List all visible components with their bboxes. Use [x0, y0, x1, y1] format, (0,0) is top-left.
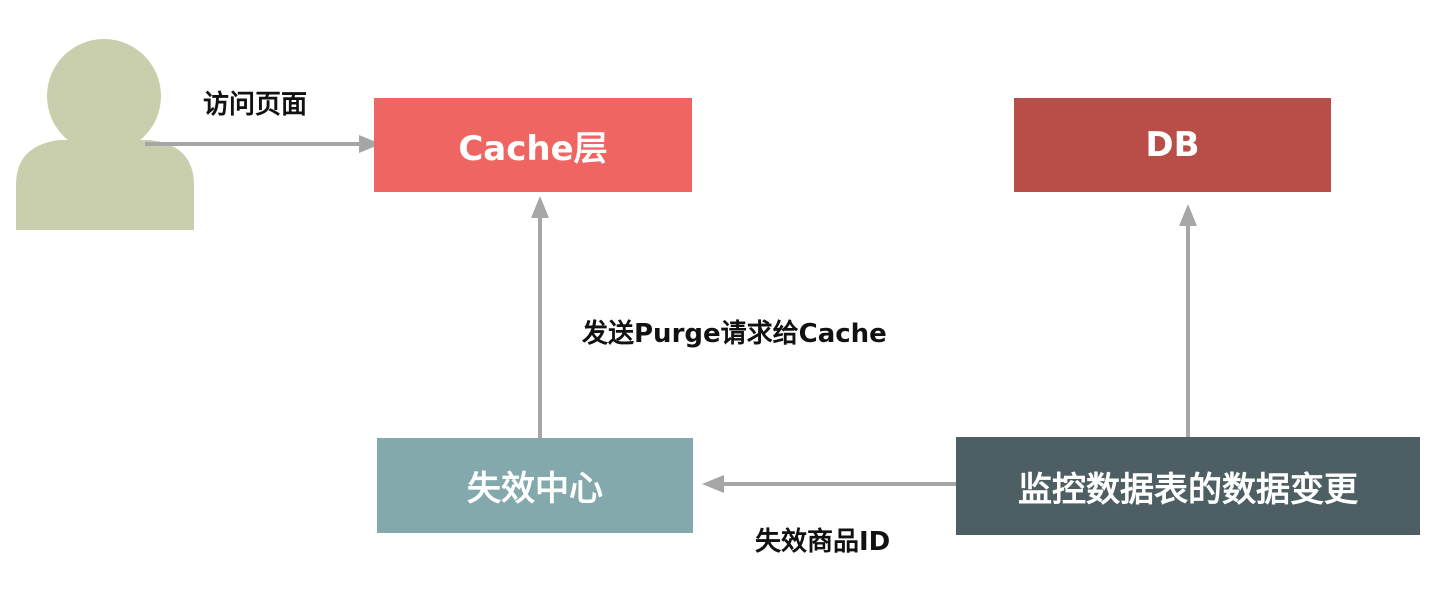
db-label: DB [1145, 125, 1200, 165]
visit-page-label: 访问页面 [203, 90, 308, 120]
cache-layer-label: Cache层 [458, 128, 608, 169]
arrow-invalidate-head [702, 475, 724, 493]
invalidate-product-id-label: 失效商品ID [755, 527, 891, 557]
arrow-purge-head [531, 196, 549, 218]
data-change-monitor-label: 监控数据表的数据变更 [1018, 469, 1358, 510]
data-change-monitor-box: 监控数据表的数据变更 [956, 437, 1420, 535]
arrow-monitor-db-head [1179, 204, 1197, 226]
purge-request-label: 发送Purge请求给Cache [582, 319, 887, 349]
db-box: DB [1014, 98, 1331, 192]
invalidation-center-label: 失效中心 [467, 469, 603, 509]
invalidation-center-box: 失效中心 [377, 438, 693, 533]
cache-layer-box: Cache层 [374, 98, 692, 192]
